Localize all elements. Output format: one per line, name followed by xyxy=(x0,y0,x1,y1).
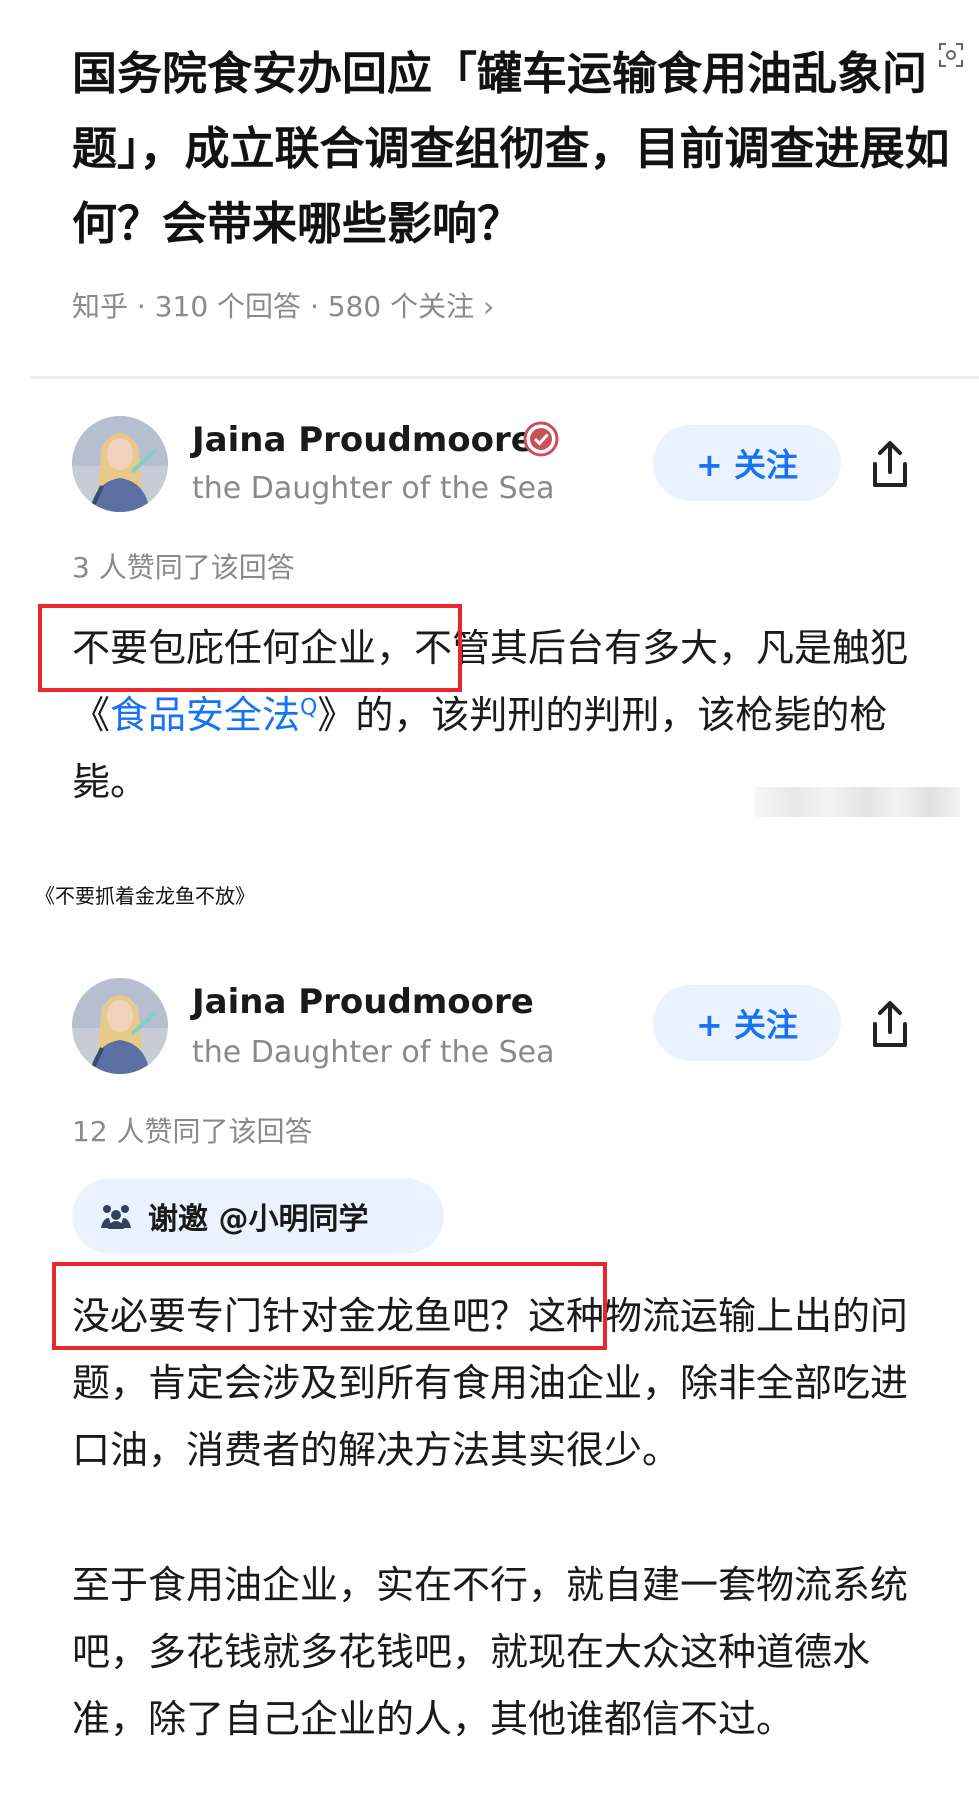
search-icon: Q xyxy=(300,695,318,721)
author-name[interactable]: Jaina Proudmoore xyxy=(192,420,534,460)
divider xyxy=(30,376,979,379)
highlight-box xyxy=(38,604,462,692)
blurred-watermark xyxy=(755,787,960,817)
follow-button[interactable]: + 关注 xyxy=(653,425,841,501)
invite-text: 谢邀 @小明同学 xyxy=(148,1202,369,1237)
avatar-image xyxy=(72,416,168,512)
likes-count: 12 人赞同了该回答 xyxy=(72,1115,313,1148)
author-bio: the Daughter of the Sea xyxy=(192,471,555,506)
author-name[interactable]: Jaina Proudmoore xyxy=(192,982,534,1022)
caption: 《不要抓着金龙鱼不放》 xyxy=(35,884,255,908)
likes-count: 3 人赞同了该回答 xyxy=(72,551,295,584)
avatar[interactable] xyxy=(72,416,168,512)
law-link[interactable]: 食品安全法Q xyxy=(110,693,317,737)
follow-button[interactable]: + 关注 xyxy=(653,985,841,1061)
invite-icon xyxy=(101,1205,131,1229)
share-icon[interactable] xyxy=(867,440,913,490)
scan-icon[interactable] xyxy=(938,42,964,68)
avatar[interactable] xyxy=(72,978,168,1074)
highlight-box xyxy=(52,1262,607,1350)
verified-badge-icon xyxy=(523,421,559,457)
avatar-image xyxy=(72,978,168,1074)
invite-chip[interactable]: 谢邀 @小明同学 xyxy=(72,1178,444,1254)
answer-paragraph[interactable]: 至于食用油企业，实在不行，就自建一套物流系统吧，多花钱就多花钱吧，就现在大众这种… xyxy=(72,1552,942,1753)
share-icon[interactable] xyxy=(867,1000,913,1050)
question-title[interactable]: 国务院食安办回应「罐车运输食用油乱象问题」，成立联合调查组彻查，目前调查进展如何… xyxy=(72,36,952,261)
author-bio: the Daughter of the Sea xyxy=(192,1035,555,1070)
question-meta[interactable]: 知乎 · 310 个回答 · 580 个关注 › xyxy=(72,285,494,325)
